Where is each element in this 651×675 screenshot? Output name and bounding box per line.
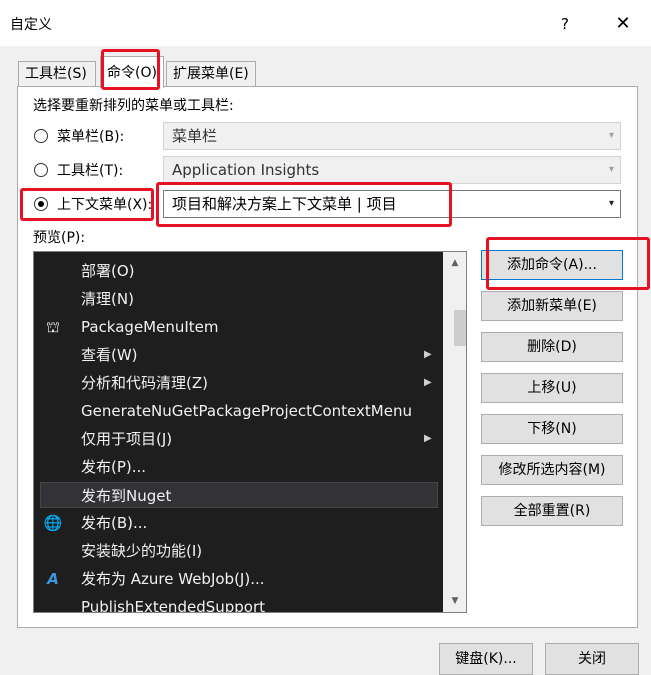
context-menu-select-value: 项目和解决方案上下文菜单 | 项目 bbox=[172, 195, 397, 213]
menubar-radio[interactable] bbox=[34, 129, 48, 143]
move-up-button[interactable]: 上移(U) bbox=[481, 373, 623, 403]
toolbar-label: 工具栏(T): bbox=[57, 163, 124, 179]
preview-item-deploy[interactable]: 部署(O) bbox=[34, 258, 444, 284]
package-icon: ⛫ bbox=[46, 318, 60, 336]
preview-item-azure-webjob[interactable]: A 发布为 Azure WebJob(J)... bbox=[34, 566, 444, 592]
toolbar-radio[interactable] bbox=[34, 163, 48, 177]
preview-list[interactable]: 部署(O) 清理(N) ⛫ PackageMenuItem 查看(W) ▶ 分析… bbox=[33, 251, 467, 613]
submenu-arrow-icon: ▶ bbox=[424, 377, 432, 388]
tab-extension-menus[interactable]: 扩展菜单(E) bbox=[166, 61, 256, 87]
globe-publish-icon: 🌐 bbox=[43, 514, 63, 532]
scroll-down-icon[interactable]: ▼ bbox=[443, 592, 466, 610]
preview-item-publish-nuget[interactable]: 发布到Nuget bbox=[40, 482, 438, 508]
preview-item-generate-nuget[interactable]: GenerateNuGetPackageProjectContextMenu bbox=[34, 398, 444, 424]
chevron-down-icon: ▾ bbox=[608, 130, 614, 141]
close-window-button[interactable]: ✕ bbox=[609, 11, 637, 37]
preview-item-project-only[interactable]: 仅用于项目(J) ▶ bbox=[34, 426, 444, 452]
add-command-button[interactable]: 添加命令(A)... bbox=[481, 250, 623, 280]
section-label: 选择要重新排列的菜单或工具栏: bbox=[33, 98, 234, 114]
tab-toolbars[interactable]: 工具栏(S) bbox=[18, 61, 96, 87]
context-menu-label: 上下文菜单(X): bbox=[57, 197, 153, 213]
submenu-arrow-icon: ▶ bbox=[424, 433, 432, 444]
window-title: 自定义 bbox=[10, 17, 52, 33]
close-button[interactable]: 关闭 bbox=[545, 643, 639, 675]
preview-item-publish[interactable]: 发布(P)... bbox=[34, 454, 444, 480]
context-menu-radio[interactable] bbox=[34, 197, 48, 211]
add-new-menu-button[interactable]: 添加新菜单(E) bbox=[481, 291, 623, 321]
scroll-up-icon[interactable]: ▲ bbox=[443, 254, 466, 272]
preview-item-clean[interactable]: 清理(N) bbox=[34, 286, 444, 312]
preview-item-view[interactable]: 查看(W) ▶ bbox=[34, 342, 444, 368]
menubar-label: 菜单栏(B): bbox=[57, 129, 125, 145]
preview-item-extended-support[interactable]: PublishExtendedSupport bbox=[34, 594, 444, 612]
move-down-button[interactable]: 下移(N) bbox=[481, 414, 623, 444]
context-menu-select[interactable]: 项目和解决方案上下文菜单 | 项目 ▾ bbox=[163, 190, 621, 218]
chevron-down-icon: ▾ bbox=[608, 198, 614, 209]
preview-label: 预览(P): bbox=[33, 230, 86, 246]
chevron-down-icon: ▾ bbox=[608, 164, 614, 175]
preview-item-analyze[interactable]: 分析和代码清理(Z) ▶ bbox=[34, 370, 444, 396]
preview-scrollbar[interactable]: ▲ ▼ bbox=[443, 252, 466, 612]
azure-icon: A bbox=[47, 570, 59, 588]
help-button[interactable]: ? bbox=[553, 12, 577, 36]
modify-selection-button[interactable]: 修改所选内容(M) bbox=[481, 455, 623, 485]
preview-item-install-missing[interactable]: 安装缺少的功能(I) bbox=[34, 538, 444, 564]
toolbar-select-value: Application Insights bbox=[172, 161, 320, 179]
preview-item-package-menu[interactable]: ⛫ PackageMenuItem bbox=[34, 314, 444, 340]
submenu-arrow-icon: ▶ bbox=[424, 349, 432, 360]
menubar-select-value: 菜单栏 bbox=[172, 127, 218, 145]
toolbar-select[interactable]: Application Insights ▾ bbox=[163, 156, 621, 184]
keyboard-button[interactable]: 键盘(K)... bbox=[439, 643, 533, 675]
menubar-select[interactable]: 菜单栏 ▾ bbox=[163, 122, 621, 150]
tab-commands[interactable]: 命令(O) bbox=[100, 56, 164, 88]
reset-all-button[interactable]: 全部重置(R) bbox=[481, 496, 623, 526]
scroll-thumb[interactable] bbox=[454, 310, 466, 346]
delete-button[interactable]: 删除(D) bbox=[481, 332, 623, 362]
title-bar: 自定义 ? ✕ bbox=[0, 0, 651, 46]
preview-item-publish-b[interactable]: 🌐 发布(B)... bbox=[34, 510, 444, 536]
